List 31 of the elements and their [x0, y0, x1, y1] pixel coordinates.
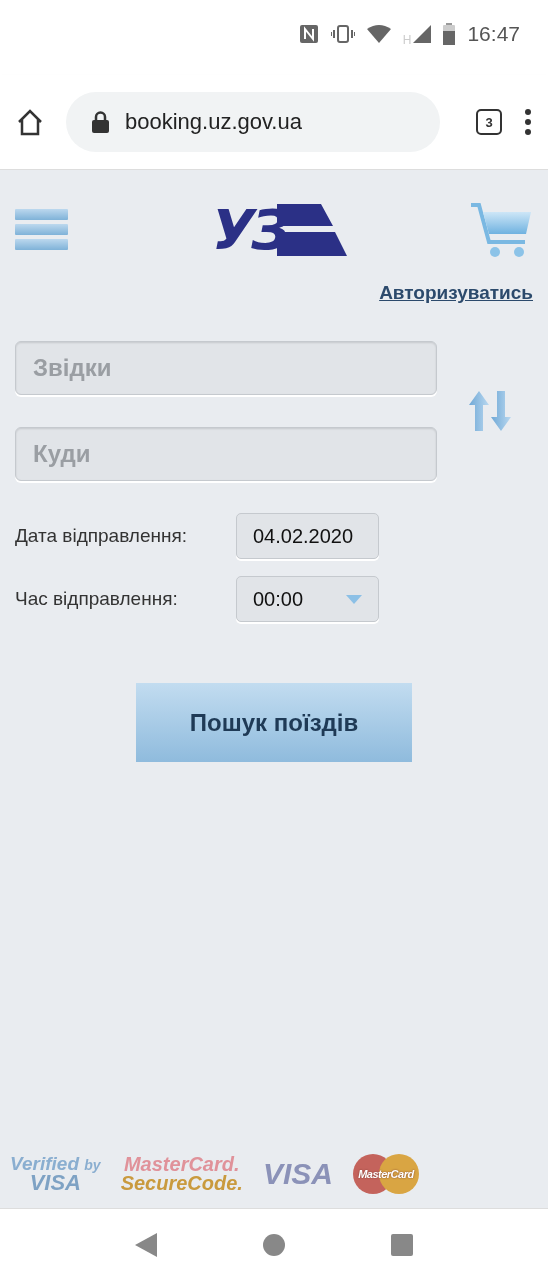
mastercard-logo: MasterCard — [352, 1154, 419, 1194]
back-icon[interactable] — [135, 1232, 157, 1257]
securecode-logo: MasterCard. SecureCode. — [120, 1155, 243, 1193]
nfc-icon — [298, 23, 319, 44]
vibrate-icon — [330, 23, 355, 44]
home-icon[interactable] — [16, 108, 44, 136]
lock-icon — [92, 111, 109, 133]
menu-icon[interactable] — [15, 209, 68, 251]
home-button-icon[interactable] — [263, 1233, 285, 1256]
caret-icon — [346, 594, 362, 604]
cart-icon[interactable] — [471, 202, 533, 258]
tab-switcher-button[interactable]: 3 — [476, 109, 502, 135]
swap-icon[interactable] — [469, 391, 511, 431]
time-dropdown[interactable]: 00:00 — [236, 576, 379, 622]
battery-icon — [443, 22, 456, 45]
date-label: Дата відправлення: — [15, 525, 189, 547]
search-trains-button[interactable]: Пошук поїздів — [136, 683, 412, 762]
recents-icon[interactable] — [391, 1233, 413, 1256]
time-label: Час відправлення: — [15, 588, 179, 610]
login-link[interactable]: Авторизуватись — [379, 282, 533, 304]
clock: 16:47 — [467, 21, 520, 46]
signal-icon — [413, 24, 432, 43]
address-bar[interactable]: booking.uz.gov.ua — [66, 92, 440, 152]
url-text: booking.uz.gov.ua — [125, 109, 302, 135]
from-field[interactable]: Звідки — [15, 341, 437, 395]
date-field[interactable]: 04.02.2020 — [236, 513, 379, 559]
more-icon[interactable] — [524, 109, 532, 135]
verified-by-visa-logo: Verified by VISA — [10, 1154, 101, 1194]
to-field[interactable]: Куди — [15, 427, 437, 481]
visa-logo: VISA — [262, 1159, 333, 1189]
wifi-icon — [366, 24, 391, 43]
